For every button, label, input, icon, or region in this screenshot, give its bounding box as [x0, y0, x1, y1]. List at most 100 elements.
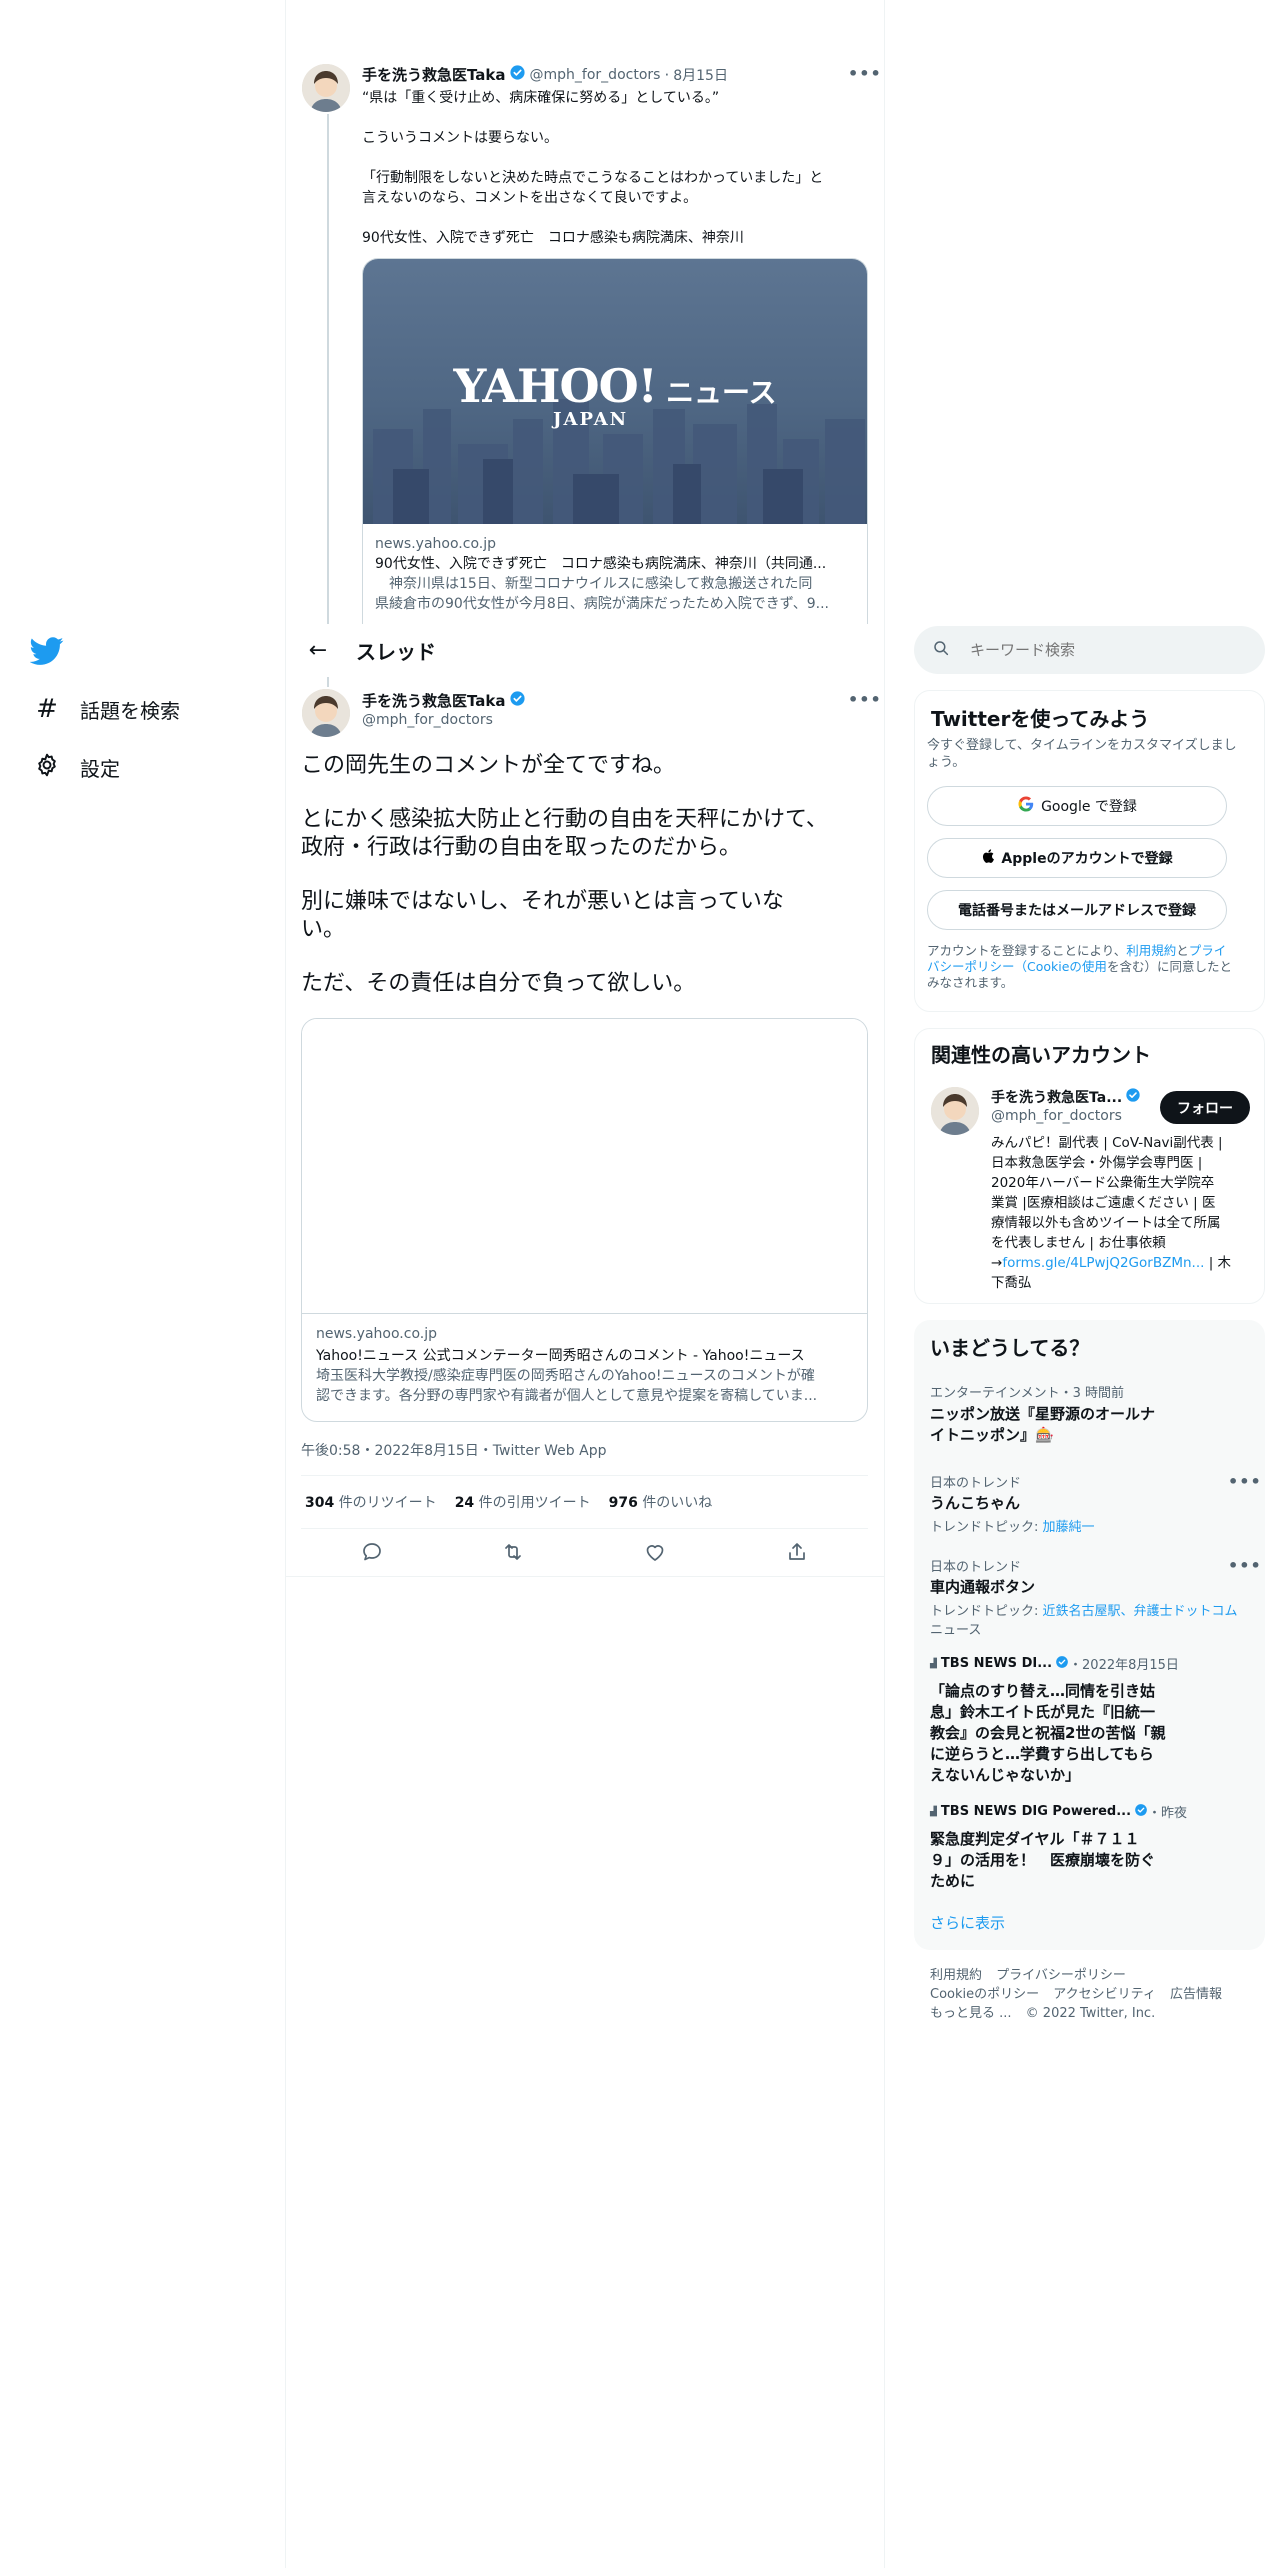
google-signup-button[interactable]: Google で登録 — [927, 786, 1227, 826]
related-account-handle[interactable]: @mph_for_doctors — [991, 1108, 1122, 1124]
news-item[interactable]: ▟ TBS NEWS DI... ・2022年8月15日 「論点のすり替え…同情… — [930, 1654, 1250, 1786]
page-title: スレッド — [356, 640, 436, 664]
bio-line: を代表しません | お仕事依頼 — [991, 1235, 1166, 1251]
apple-signup-button[interactable]: Appleのアカウントで登録 — [927, 838, 1227, 878]
verified-badge-icon — [1055, 1655, 1069, 1673]
like-heart-icon[interactable] — [643, 1540, 667, 1568]
divider — [301, 1475, 868, 1476]
bio-line: 下喬弘 — [991, 1275, 1032, 1291]
search-icon — [932, 639, 950, 661]
left-column-border — [285, 0, 286, 2568]
bio-text: | 木 — [1204, 1255, 1232, 1271]
footer-copyright: © 2022 Twitter, Inc. — [1025, 2006, 1156, 2021]
card-description: 埼玉医科大学教授/感染症専門医の岡秀昭さんのYahoo!ニュースのコメントが確 — [316, 1368, 815, 1384]
hashtag-icon: # — [36, 694, 58, 724]
trend-topic-link[interactable]: ニュース — [930, 1619, 1250, 1638]
more-options-icon[interactable]: ••• — [848, 64, 882, 83]
main-tweet-line: い。 — [301, 917, 346, 942]
trends-panel: いまどうしてる？ エンターテインメント・3 時間前 ニッポン放送『星野源のオール… — [914, 1320, 1265, 1950]
trend-topic-link[interactable]: 近鉄名古屋駅、弁護士ドットコム — [1043, 1604, 1238, 1619]
footer-link[interactable]: 利用規約 — [930, 1968, 982, 1983]
parent-tweet-line: こういうコメントは要らない。 — [362, 130, 558, 146]
main-tweet-line: この岡先生のコメントが全てですね。 — [301, 753, 676, 778]
reply-icon[interactable] — [360, 1540, 384, 1568]
terms-link[interactable]: 利用規約 — [1126, 943, 1176, 958]
privacy-link[interactable]: プライ — [1189, 943, 1227, 958]
main-tweet-line: 政府・行政は行動の自由を取ったのだから。 — [301, 835, 742, 860]
card-title: Yahoo!ニュース 公式コメンテーター岡秀昭さんのコメント - Yahoo!ニ… — [316, 1348, 805, 1364]
trend-more-icon[interactable]: ••• — [1228, 1472, 1262, 1491]
trend-topic-link[interactable]: 加藤純一 — [1043, 1520, 1095, 1535]
legal-text: と — [1176, 943, 1189, 958]
footer-more-link[interactable]: もっと見る ... — [930, 2006, 1012, 2021]
nav-settings[interactable]: 設定 — [30, 752, 120, 782]
trend-category: エンターテインメント・3 時間前 — [930, 1386, 1125, 1401]
trend-item[interactable]: 日本のトレンド うんこちゃん トレンドトピック: 加藤純一 — [930, 1472, 1250, 1535]
show-more-link[interactable]: さらに表示 — [930, 1912, 1005, 1933]
trend-title: 車内通報ボタン — [930, 1578, 1036, 1596]
gear-icon — [30, 752, 64, 782]
parent-tweet-handle[interactable]: @mph_for_doctors — [530, 67, 661, 83]
footer-link[interactable]: アクセシビリティ — [1053, 1987, 1156, 2002]
footer-link[interactable]: Cookieのポリシー — [930, 1987, 1039, 2002]
search-input[interactable] — [968, 640, 1242, 660]
news-headline-line: 息」鈴木エイト氏が見た『旧統一 — [930, 1703, 1156, 1721]
legal-text: みなされます。 — [927, 975, 1014, 990]
card-description: 認できます。各分野の専門家や有識者が個人として意見や提案を寄稿していま... — [316, 1388, 818, 1404]
trend-item[interactable]: 日本のトレンド 車内通報ボタン トレンドトピック: 近鉄名古屋駅、弁護士ドットコ… — [930, 1556, 1250, 1638]
related-accounts-title: 関連性の高いアカウント — [931, 1043, 1151, 1067]
retweet-count-label: 件のリツイート — [338, 1495, 437, 1511]
bio-link[interactable]: forms.gle/4LPwjQ2GorBZMn... — [1002, 1255, 1204, 1271]
card-domain: news.yahoo.co.jp — [316, 1326, 437, 1342]
follow-button[interactable]: フォロー — [1160, 1091, 1250, 1124]
parent-tweet-line: 90代女性、入院できず死亡 コロナ感染も病院満床、神奈川 — [362, 230, 744, 246]
retweet-icon[interactable] — [501, 1540, 525, 1568]
news-time: ・2022年8月15日 — [1069, 1658, 1179, 1673]
footer-link[interactable]: 広告情報 — [1170, 1987, 1222, 2002]
bio-line: みんパピ！副代表 | CoV-Navi副代表 | — [991, 1135, 1223, 1151]
tweet-stats: 304 件のリツイート 24 件の引用ツイート 976 件のいいね — [305, 1492, 712, 1512]
related-account-name-row[interactable]: 手を洗う救急医Ta... — [991, 1087, 1141, 1107]
footer-link[interactable]: プライバシーポリシー — [996, 1968, 1126, 1983]
trend-category: 日本のトレンド — [930, 1476, 1022, 1491]
trend-more-icon[interactable]: ••• — [1228, 1556, 1262, 1575]
quote-count[interactable]: 24 件の引用ツイート — [455, 1492, 591, 1512]
parent-tweet-date[interactable]: 8月15日 — [673, 65, 728, 85]
news-item[interactable]: ▟ TBS NEWS DIG Powered... ・昨夜 緊急度判定ダイヤル「… — [930, 1802, 1250, 1892]
card-image-placeholder — [302, 1019, 867, 1314]
main-tweet-author-name[interactable]: 手を洗う救急医Taka — [362, 690, 506, 711]
news-headline-line: えないんじゃないか」 — [930, 1766, 1081, 1784]
card-description: 県綾倉市の90代女性が今月8日、病院が満床だったため入院できず、9... — [375, 596, 829, 612]
nav-explore-label: 話題を検索 — [80, 698, 180, 723]
main-tweet-handle[interactable]: @mph_for_doctors — [362, 712, 493, 728]
parent-tweet-avatar[interactable] — [302, 64, 350, 112]
parent-link-card[interactable]: YAHOO! ニュース JAPAN news.yahoo.co.jp 90代女性… — [362, 258, 868, 624]
parent-tweet-author-name[interactable]: 手を洗う救急医Taka — [362, 64, 506, 85]
like-count[interactable]: 976 件のいいね — [609, 1492, 713, 1512]
bio-line: 日本救急医学会・外傷学会専門医 | — [991, 1155, 1203, 1171]
phone-email-signup-button[interactable]: 電話番号またはメールアドレスで登録 — [927, 890, 1227, 930]
yahoo-news-logo-text: ニュース — [665, 376, 777, 409]
privacy-link[interactable]: バシーポリシー（Cookieの使用 — [927, 959, 1107, 974]
main-link-card[interactable]: news.yahoo.co.jp Yahoo!ニュース 公式コメンテーター岡秀昭… — [301, 1018, 868, 1422]
news-source: TBS NEWS DIG Powered... — [940, 1804, 1132, 1819]
news-headline-line: ために — [930, 1872, 976, 1890]
retweet-count[interactable]: 304 件のリツイート — [305, 1492, 437, 1512]
more-options-icon[interactable]: ••• — [848, 690, 882, 709]
main-tweet-avatar[interactable] — [302, 689, 350, 737]
bio-line: 療情報以外も含めツイートは全て所属 — [991, 1215, 1221, 1231]
trend-item[interactable]: エンターテインメント・3 時間前 ニッポン放送『星野源のオールナ イトニッポン』… — [930, 1382, 1250, 1446]
nav-explore[interactable]: # 話題を検索 — [30, 694, 180, 724]
follow-button-label: フォロー — [1177, 1100, 1233, 1117]
thread-connector-line — [327, 114, 329, 624]
signup-subtitle: 今すぐ登録して、タイムラインをカスタマイズしまし ょう。 — [927, 737, 1237, 771]
related-account-avatar[interactable] — [931, 1087, 979, 1135]
related-account-bio: みんパピ！副代表 | CoV-Navi副代表 | 日本救急医学会・外傷学会専門医… — [991, 1133, 1256, 1293]
search-bar[interactable] — [914, 626, 1265, 674]
news-headline-line: に逆らうと…学費すら出してもら — [930, 1745, 1154, 1763]
share-icon[interactable] — [785, 1540, 809, 1568]
tweet-timestamp[interactable]: 午後0:58・2022年8月15日・Twitter Web App — [301, 1440, 606, 1460]
main-tweet-author[interactable]: 手を洗う救急医Taka — [362, 690, 526, 711]
back-arrow-icon[interactable]: ← — [300, 638, 336, 663]
twitter-logo-icon[interactable] — [29, 634, 64, 672]
